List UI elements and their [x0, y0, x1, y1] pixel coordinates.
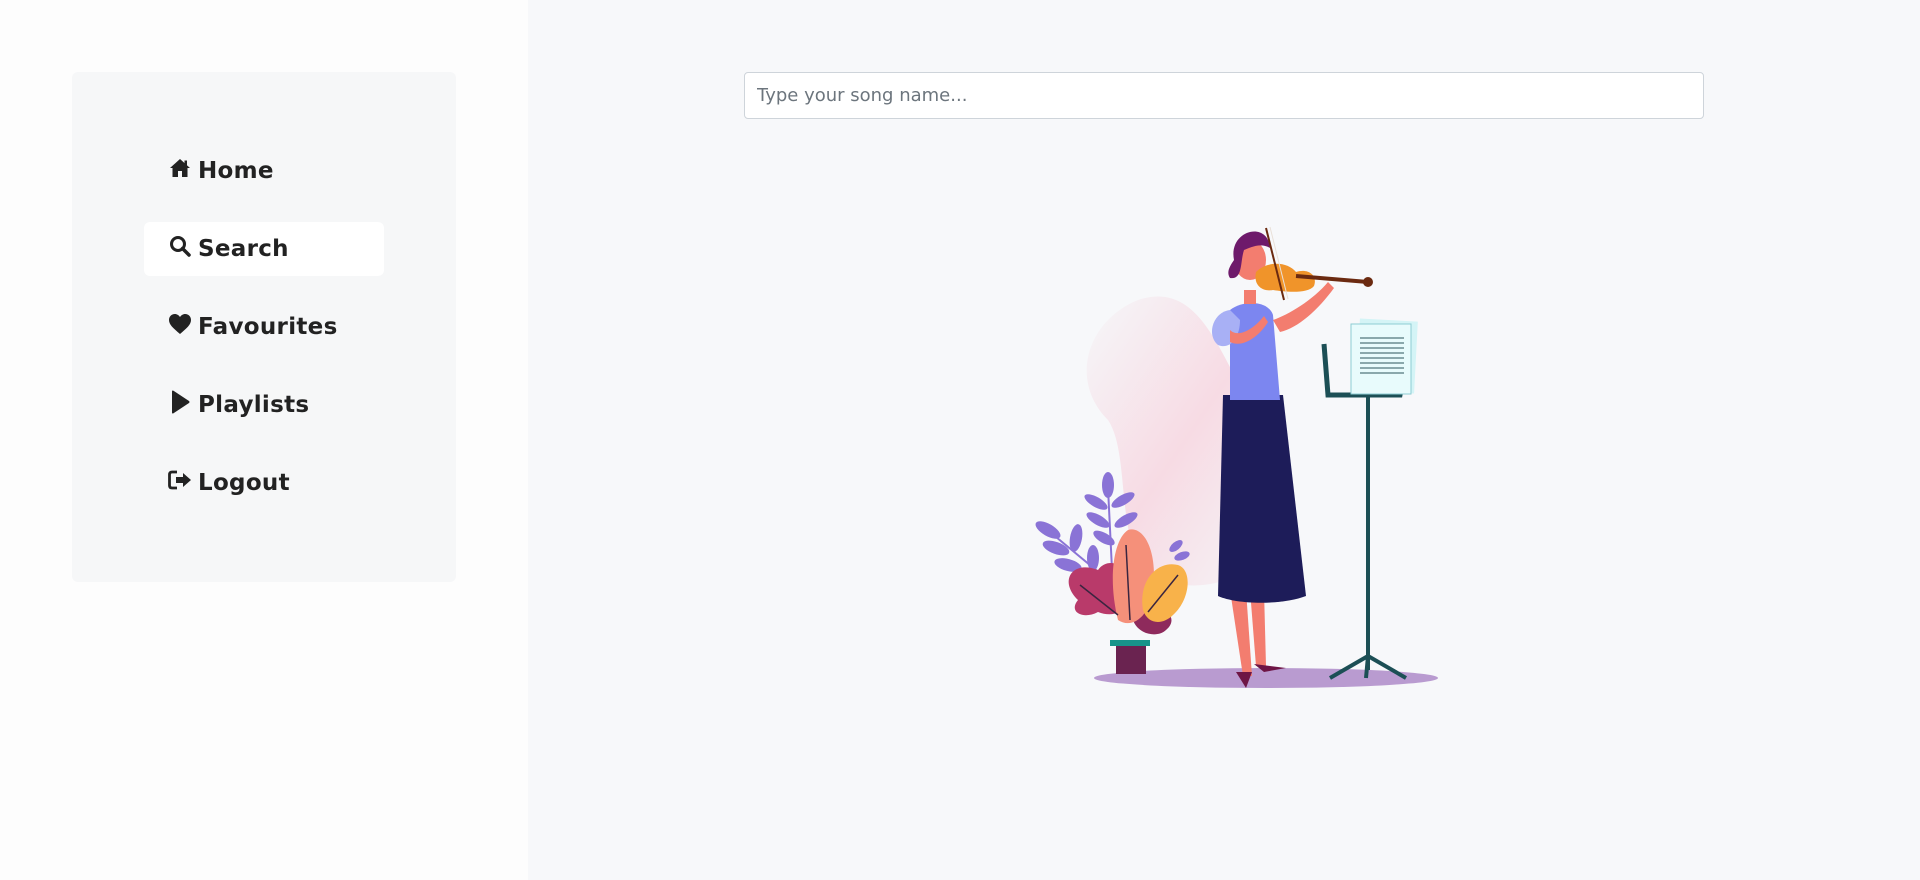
logout-icon — [168, 468, 192, 492]
sidebar-item-home[interactable]: Home — [144, 144, 384, 198]
sidebar-item-search[interactable]: Search — [144, 222, 384, 276]
sidebar-item-logout[interactable]: Logout — [144, 456, 384, 510]
sidebar-item-label: Logout — [198, 470, 290, 496]
sidebar-item-label: Playlists — [198, 392, 310, 418]
sidebar-item-label: Favourites — [198, 314, 338, 340]
home-icon — [168, 156, 192, 180]
sidebar-item-favourites[interactable]: Favourites — [144, 300, 384, 354]
heart-icon — [168, 312, 192, 336]
violinist — [1211, 226, 1373, 688]
sidebar-item-label: Home — [198, 158, 274, 184]
play-icon — [168, 390, 192, 414]
search-input[interactable] — [744, 72, 1704, 119]
violinist-illustration — [1035, 226, 1438, 688]
sidebar: Home Search Favourites Playlists Logout — [72, 72, 456, 582]
sidebar-item-label: Search — [198, 236, 289, 262]
search-icon — [168, 234, 192, 258]
music-stand — [1321, 318, 1418, 680]
sidebar-item-playlists[interactable]: Playlists — [144, 378, 384, 432]
main-content — [528, 0, 1920, 880]
left-pane: Home Search Favourites Playlists Logout — [0, 0, 528, 880]
